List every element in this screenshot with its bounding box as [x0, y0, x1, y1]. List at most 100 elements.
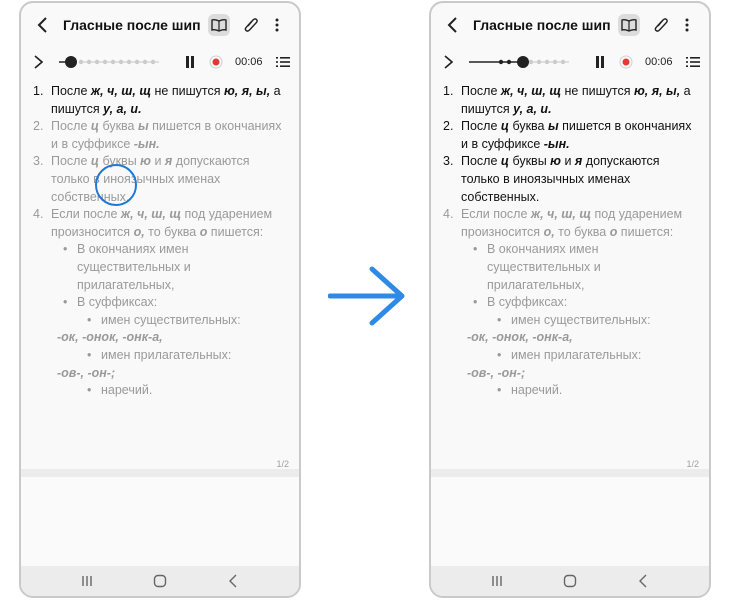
nav-back-icon — [228, 574, 237, 588]
nav-back-button[interactable] — [225, 573, 241, 589]
book-icon — [211, 18, 227, 32]
list-item: 2. После ц буква ы пишется в окончаниях и… — [33, 118, 291, 153]
list-item: 2. После ц буква ы пишется в окончаниях и… — [443, 118, 701, 153]
item-number: 4. — [33, 207, 44, 222]
header: Гласные после шипящих — [431, 3, 709, 47]
play-icon — [443, 55, 453, 69]
text: ц — [90, 154, 99, 169]
text: ю, я, ы, — [633, 84, 681, 98]
list-item: 4. Если после ж, ч, ш, щ под ударением пр… — [33, 206, 291, 400]
text: После — [461, 119, 501, 134]
list-button[interactable] — [275, 55, 291, 69]
elapsed-time: 00:06 — [235, 56, 263, 68]
text: ж, ч, ш, щ — [120, 207, 182, 222]
text: то буква — [144, 224, 200, 239]
text: ж, ч, ш, щ — [500, 84, 562, 98]
text: Если после — [51, 207, 121, 222]
suffix-text: -ов-, -он-; — [467, 365, 526, 380]
more-icon — [685, 18, 689, 32]
item-number: 3. — [443, 154, 454, 169]
list-item: 1. После ж, ч, ш, щ не пишутся ю, я, ы, а… — [33, 83, 291, 118]
page-indicator: 1/2 — [686, 459, 699, 469]
recents-button[interactable] — [489, 573, 505, 589]
item-number: 3. — [33, 154, 44, 169]
progress-thumb — [517, 56, 529, 68]
list-button[interactable] — [685, 55, 701, 69]
divider — [431, 469, 709, 477]
pause-button[interactable] — [593, 55, 607, 69]
text: Если после — [461, 207, 531, 222]
text: ы — [548, 119, 559, 134]
phone-after: Гласные после шипящих — [429, 1, 711, 598]
nav-back-button[interactable] — [635, 573, 651, 589]
waveform-track — [469, 56, 569, 68]
home-button[interactable] — [562, 573, 578, 589]
play-icon — [33, 55, 43, 69]
back-icon — [37, 17, 47, 33]
back-icon — [447, 17, 457, 33]
sub-bullet-item: имен существительных: — [497, 312, 701, 330]
nav-back-icon — [638, 574, 647, 588]
more-options-button[interactable] — [680, 16, 694, 34]
text: то буква — [554, 224, 610, 239]
text: не пишутся — [561, 84, 634, 98]
play-button[interactable] — [441, 55, 455, 69]
tap-indicator — [95, 164, 137, 206]
text: В суффиксах: — [487, 295, 568, 310]
item-number: 2. — [443, 119, 454, 134]
text: ц — [90, 119, 99, 134]
phone-before: Гласные после шипящих 00:06 — [19, 1, 301, 598]
text: ю — [550, 154, 561, 169]
home-button[interactable] — [152, 573, 168, 589]
sub-bullet-item: наречий. — [497, 382, 701, 400]
blank-area — [21, 477, 299, 567]
sub-bullet-item: имен прилагательных: — [87, 347, 291, 365]
reading-mode-button[interactable] — [208, 14, 230, 36]
text: После — [461, 154, 501, 169]
audio-progress-slider[interactable] — [469, 55, 579, 69]
paperclip-icon — [244, 18, 258, 32]
record-button[interactable] — [619, 55, 633, 69]
recents-button[interactable] — [79, 573, 95, 589]
text: не пишутся — [151, 84, 224, 98]
book-icon — [621, 18, 637, 32]
list-item: 1. После ж, ч, ш, щ не пишутся ю, я, ы, а… — [443, 83, 701, 118]
play-button[interactable] — [31, 55, 45, 69]
back-button[interactable] — [33, 15, 53, 35]
progress-thumb — [65, 56, 77, 68]
text: буквы — [508, 154, 551, 169]
text: ц — [500, 119, 509, 134]
item-number: 4. — [443, 207, 454, 222]
record-icon — [619, 55, 633, 69]
pause-button[interactable] — [183, 55, 197, 69]
text: о, — [543, 224, 555, 239]
text: пишется: — [617, 224, 674, 239]
record-button[interactable] — [209, 55, 223, 69]
elapsed-time: 00:06 — [645, 56, 673, 68]
bullet-item: В суффиксах: имен существительных: -ок, … — [467, 294, 701, 400]
back-button[interactable] — [443, 15, 463, 35]
text: и — [150, 154, 165, 169]
audio-player: 00:06 — [431, 47, 709, 77]
text: После — [461, 84, 501, 98]
attach-button[interactable] — [242, 16, 260, 34]
audio-player: 00:06 — [21, 47, 299, 77]
item-number: 1. — [443, 84, 454, 98]
transition-arrow-icon — [328, 266, 405, 326]
pause-icon — [596, 56, 604, 68]
more-options-button[interactable] — [270, 16, 284, 34]
note-content[interactable]: 1. После ж, ч, ш, щ не пишутся ю, я, ы, а… — [21, 83, 299, 469]
note-content[interactable]: 1. После ж, ч, ш, щ не пишутся ю, я, ы, а… — [431, 83, 709, 469]
text: ю — [140, 154, 151, 169]
more-icon — [275, 18, 279, 32]
audio-progress-slider[interactable] — [59, 55, 169, 69]
text: После — [51, 154, 91, 169]
recents-icon — [82, 576, 93, 586]
suffix-text: -ов-, -он-; — [57, 365, 116, 380]
reading-mode-button[interactable] — [618, 14, 640, 36]
list-item: 4. Если после ж, ч, ш, щ под ударением пр… — [443, 206, 701, 400]
text: ж, ч, ш, щ — [90, 84, 152, 98]
text: ж, ч, ш, щ — [530, 207, 592, 222]
attach-button[interactable] — [652, 16, 670, 34]
text: у, а, и. — [513, 101, 552, 116]
